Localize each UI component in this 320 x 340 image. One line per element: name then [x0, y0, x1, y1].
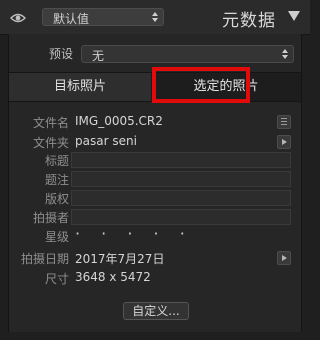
copyright-field[interactable] [71, 190, 291, 206]
rating-label: 星级 [44, 230, 69, 244]
title-label: 标题 [44, 154, 69, 168]
collapse-triangle-icon[interactable] [288, 11, 300, 21]
field-row-caption: 题注 [9, 171, 301, 187]
preset-select[interactable]: 无 [81, 45, 294, 63]
eye-icon[interactable] [10, 10, 26, 24]
caption-field[interactable] [71, 171, 291, 187]
panel-header: 默认值 元数据 [0, 0, 310, 35]
creator-label: 拍摄者 [32, 211, 69, 225]
field-row-creator: 拍摄者 [9, 209, 301, 225]
title-field[interactable] [71, 152, 291, 168]
panel-title: 元数据 [222, 11, 276, 31]
creator-field[interactable] [71, 209, 291, 225]
preset-value: 无 [92, 49, 105, 63]
photo-scope-tabs: 目标照片 选定的照片 [9, 72, 301, 102]
folder-value: pasar seni [75, 134, 137, 148]
list-icon[interactable] [277, 115, 291, 129]
field-row-dimensions: 尺寸 3648 x 5472 [9, 270, 301, 286]
metadata-panel: 预设 无 目标照片 选定的照片 文件名 IMG_0005.CR2 文件夹 pas… [8, 34, 302, 332]
field-row-folder: 文件夹 pasar seni [9, 134, 301, 150]
metadata-preset-value: 默认值 [53, 12, 90, 26]
field-row-title: 标题 [9, 152, 301, 168]
rating-stars[interactable]: · · · · · [75, 224, 193, 243]
tab-target-photo[interactable]: 目标照片 [9, 73, 151, 101]
folder-label: 文件夹 [32, 136, 69, 150]
capture-date-value: 2017年7月27日 [75, 252, 165, 266]
filename-value[interactable]: IMG_0005.CR2 [75, 114, 163, 128]
field-row-copyright: 版权 [9, 190, 301, 206]
metadata-preset-select[interactable]: 默认值 [42, 8, 164, 26]
customize-button[interactable]: 自定义... [123, 302, 189, 320]
caption-label: 题注 [44, 173, 69, 187]
updown-icon [282, 49, 288, 59]
field-row-rating: 星级 · · · · · [9, 224, 301, 244]
copyright-label: 版权 [44, 192, 69, 206]
tab-selected-photos[interactable]: 选定的照片 [151, 73, 301, 101]
dimensions-value: 3648 x 5472 [75, 270, 151, 284]
field-row-filename: 文件名 IMG_0005.CR2 [9, 114, 301, 130]
field-row-capture-date: 拍摄日期 2017年7月27日 [9, 250, 301, 266]
capture-date-label: 拍摄日期 [20, 252, 69, 266]
go-to-date-icon[interactable] [277, 251, 291, 265]
dimensions-label: 尺寸 [44, 272, 69, 286]
updown-icon [152, 12, 158, 22]
filename-label: 文件名 [32, 116, 69, 130]
preset-label: 预设 [49, 47, 74, 61]
go-to-folder-icon[interactable] [277, 135, 291, 149]
